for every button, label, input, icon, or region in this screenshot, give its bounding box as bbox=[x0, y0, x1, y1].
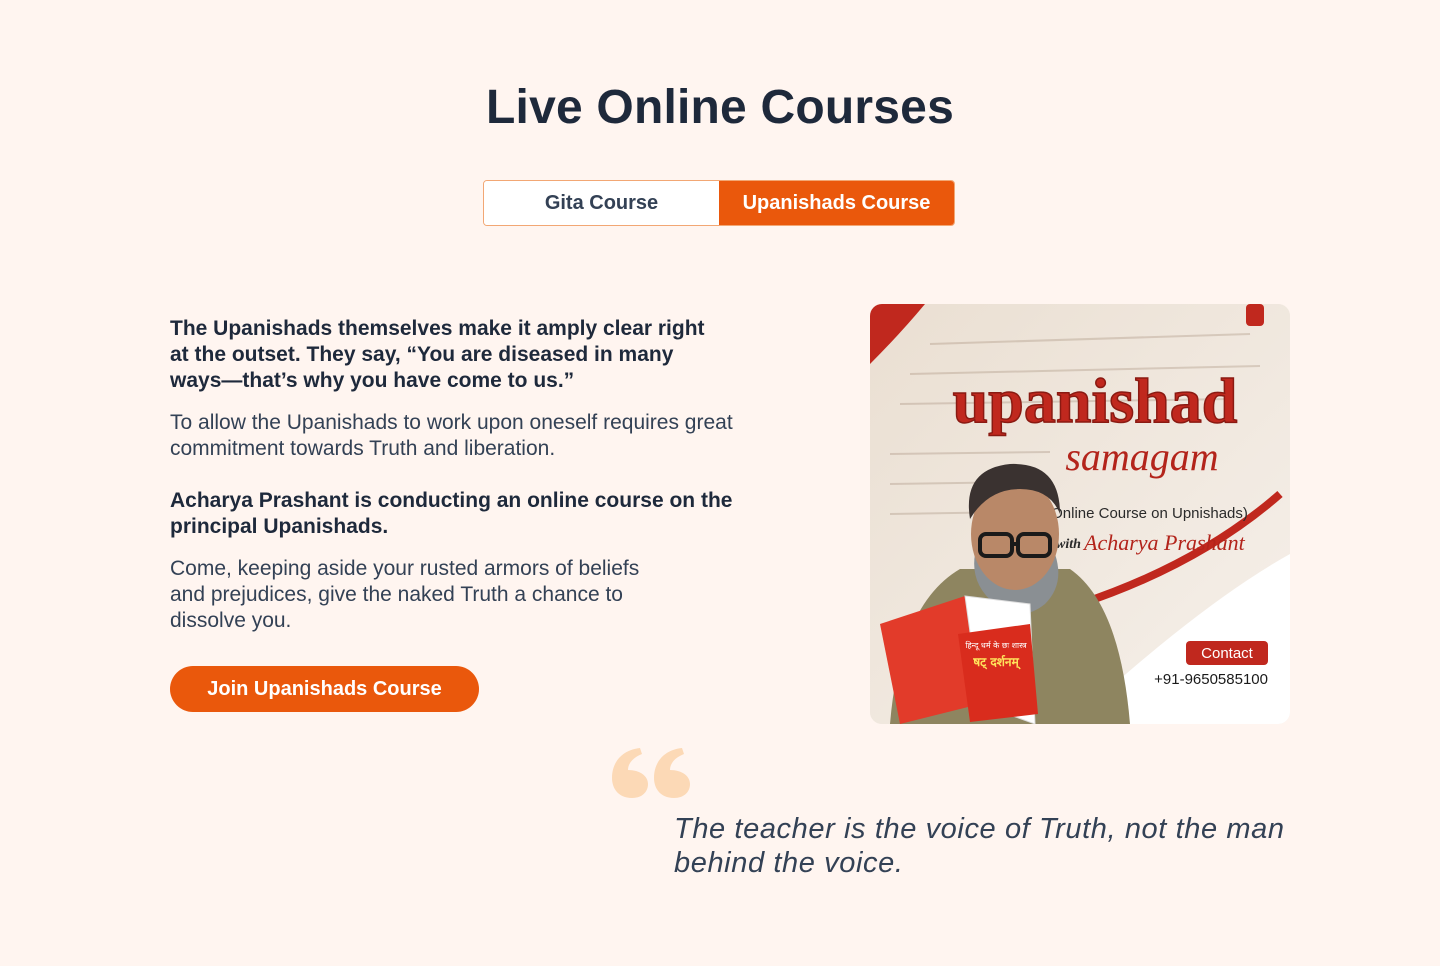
poster-contact-label: Contact bbox=[1201, 645, 1254, 662]
commitment-paragraph: To allow the Upanishads to work upon one… bbox=[170, 411, 733, 460]
poster-with-label: with bbox=[1056, 537, 1081, 552]
lead-statement: The Upanishads themselves make it amply … bbox=[170, 317, 705, 392]
book-cover-text: हिन्दू धर्म के छः शास्त्र bbox=[965, 640, 1027, 651]
poster-title: upanishad bbox=[953, 365, 1238, 436]
course-poster-image: upanishad samagam (Online Course on Upni… bbox=[870, 304, 1290, 724]
join-course-button[interactable]: Join Upanishads Course bbox=[170, 666, 479, 712]
poster-description: (Online Course on Upnishads) bbox=[1046, 505, 1248, 522]
quote-text: The teacher is the voice of Truth, not t… bbox=[674, 813, 1285, 879]
poster-subtitle: samagam bbox=[1065, 434, 1218, 479]
poster-phone-number: +91-9650585100 bbox=[1154, 671, 1268, 688]
course-description: The Upanishads themselves make it amply … bbox=[170, 316, 750, 634]
tab-gita-course[interactable]: Gita Course bbox=[484, 181, 719, 225]
book-title: षट् दर्शनम् bbox=[972, 655, 1021, 670]
tab-upanishads-course[interactable]: Upanishads Course bbox=[719, 181, 954, 225]
quote-mark-icon bbox=[612, 748, 690, 798]
invitation-paragraph: Come, keeping aside your rusted armors o… bbox=[170, 557, 640, 632]
course-announcement: Acharya Prashant is conducting an online… bbox=[170, 489, 733, 538]
poster-teacher-name: Acharya Prashant bbox=[1082, 530, 1246, 555]
course-tabs: Gita Course Upanishads Course bbox=[483, 180, 955, 226]
page-title: Live Online Courses bbox=[486, 81, 954, 134]
